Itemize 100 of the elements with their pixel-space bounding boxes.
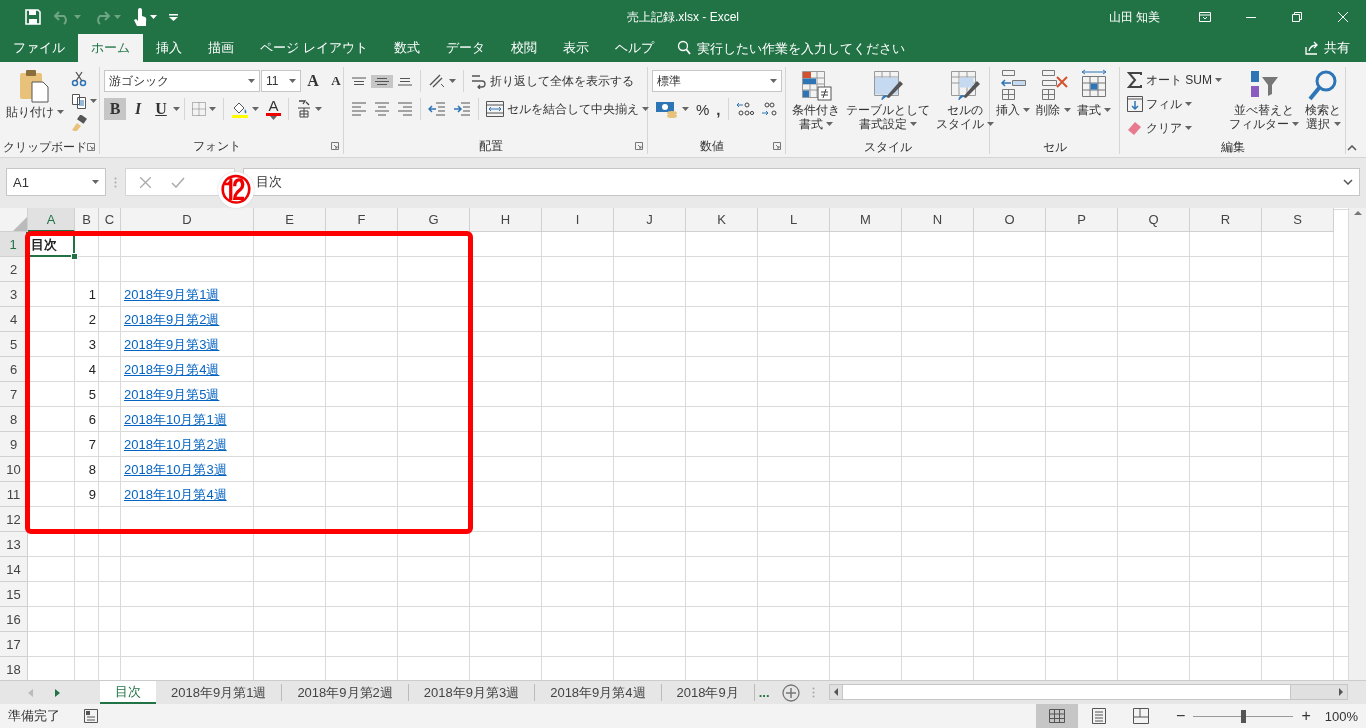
- row-header[interactable]: 5: [0, 332, 28, 357]
- sheet-tab[interactable]: 2018年9月第1週: [156, 684, 283, 701]
- ribbon-tab[interactable]: 挿入: [143, 34, 195, 62]
- ribbon-tab[interactable]: 数式: [380, 34, 433, 62]
- percent-button[interactable]: %: [693, 98, 713, 120]
- clear-button[interactable]: クリア: [1124, 117, 1225, 139]
- column-header[interactable]: S: [1262, 208, 1334, 232]
- zoom-thumb[interactable]: [1241, 709, 1247, 723]
- row-header[interactable]: 14: [0, 557, 28, 582]
- font-name-field[interactable]: 游ゴシック: [104, 70, 260, 92]
- fill-button[interactable]: フィル: [1124, 93, 1225, 115]
- italic-button[interactable]: I: [127, 98, 149, 120]
- column-header[interactable]: L: [758, 208, 830, 232]
- ribbon-tab[interactable]: ページ レイアウト: [247, 34, 381, 62]
- sheet-tab[interactable]: 2018年9月: [661, 684, 755, 701]
- cell-styles-button[interactable]: セルの スタイル: [934, 67, 997, 139]
- row-header[interactable]: 2: [0, 257, 28, 282]
- sheet-tab[interactable]: 2018年9月第4週: [535, 684, 662, 701]
- name-box[interactable]: A1: [6, 168, 106, 196]
- font-color-button[interactable]: A: [263, 96, 284, 122]
- ribbon-tab[interactable]: データ: [432, 34, 498, 62]
- view-button[interactable]: [1036, 704, 1079, 728]
- dialog-launcher-button[interactable]: [773, 142, 781, 150]
- shrink-font-button[interactable]: A: [325, 71, 347, 91]
- row-header[interactable]: 15: [0, 582, 28, 607]
- zoom-in-button[interactable]: +: [1301, 707, 1311, 725]
- wrap-text-button[interactable]: 折り返して全体を表示する: [468, 70, 637, 92]
- horizontal-scrollbar[interactable]: [828, 684, 1348, 700]
- delete-button[interactable]: 削除: [1034, 67, 1073, 139]
- vertical-scrollbar[interactable]: [1348, 208, 1366, 680]
- sheet-link[interactable]: 2018年9月第1週: [124, 285, 220, 304]
- sheet-tab[interactable]: 2018年9月第3週: [408, 684, 536, 701]
- bold-button[interactable]: B: [104, 98, 126, 120]
- paste-button[interactable]: 貼り付け: [4, 67, 67, 139]
- column-header[interactable]: A: [28, 208, 75, 232]
- column-header[interactable]: Q: [1118, 208, 1190, 232]
- dialog-launcher-button[interactable]: [635, 142, 643, 150]
- row-header[interactable]: 12: [0, 507, 28, 532]
- font-size-field[interactable]: 11: [261, 70, 301, 92]
- sheet-link[interactable]: 2018年9月第5週: [124, 385, 220, 404]
- row-header[interactable]: 6: [0, 357, 28, 382]
- ribbon-tab[interactable]: ホーム: [78, 34, 143, 62]
- cancel-button[interactable]: [138, 174, 153, 190]
- sheet-tab[interactable]: 目次: [100, 681, 156, 704]
- column-header[interactable]: P: [1046, 208, 1118, 232]
- row-header[interactable]: 9: [0, 432, 28, 457]
- dialog-launcher-button[interactable]: [331, 142, 339, 150]
- column-header[interactable]: C: [99, 208, 121, 232]
- row-header[interactable]: 4: [0, 307, 28, 332]
- zoom-level-button[interactable]: 100%: [1324, 708, 1358, 724]
- macro-record-button[interactable]: [84, 709, 98, 723]
- zoom-out-button[interactable]: −: [1176, 707, 1186, 725]
- dialog-launcher-button[interactable]: [87, 143, 95, 151]
- new-sheet-button[interactable]: [781, 681, 800, 704]
- autosum-button[interactable]: オート SUM: [1124, 69, 1225, 91]
- sort-filter-button[interactable]: 並べ替えと フィルター: [1227, 67, 1302, 139]
- row-header[interactable]: 10: [0, 457, 28, 482]
- ribbon-tab[interactable]: 表示: [549, 34, 602, 62]
- tell-me-field[interactable]: 実行したい作業を入力してください: [696, 40, 947, 56]
- column-header[interactable]: B: [75, 208, 99, 232]
- number-format-field[interactable]: 標準: [652, 70, 782, 92]
- fill-handle[interactable]: [71, 253, 78, 260]
- row-header[interactable]: 8: [0, 407, 28, 432]
- column-header[interactable]: G: [398, 208, 470, 232]
- row-header[interactable]: 17: [0, 632, 28, 657]
- quick-access-button[interactable]: [166, 11, 181, 23]
- row-header[interactable]: 3: [0, 282, 28, 307]
- row-header[interactable]: 18: [0, 657, 28, 680]
- column-header[interactable]: R: [1190, 208, 1262, 232]
- column-header[interactable]: J: [614, 208, 686, 232]
- quick-access-button[interactable]: [22, 7, 44, 27]
- row-header[interactable]: 11: [0, 482, 28, 507]
- column-header[interactable]: H: [470, 208, 542, 232]
- sheet-link[interactable]: 2018年10月第1週: [124, 410, 227, 429]
- share-button[interactable]: 共有: [1299, 34, 1356, 62]
- comma-button[interactable]: ,: [713, 98, 724, 120]
- row-header[interactable]: 13: [0, 532, 28, 557]
- row-header[interactable]: 7: [0, 382, 28, 407]
- sheet-link[interactable]: 2018年9月第2週: [124, 310, 220, 329]
- sheet-link[interactable]: 2018年10月第3週: [124, 460, 227, 479]
- conditional-formatting-button[interactable]: 条件付き 書式: [790, 67, 842, 139]
- column-header[interactable]: K: [686, 208, 758, 232]
- find-select-button[interactable]: 検索と 選択: [1303, 67, 1344, 139]
- sheet-link[interactable]: 2018年10月第2週: [124, 435, 227, 454]
- underline-button[interactable]: U: [150, 98, 172, 120]
- next-sheet-button[interactable]: [55, 688, 60, 697]
- ribbon-tab[interactable]: 校閲: [497, 34, 550, 62]
- column-header[interactable]: E: [254, 208, 326, 232]
- sheet-link[interactable]: 2018年9月第4週: [124, 360, 220, 379]
- format-button[interactable]: 書式: [1074, 67, 1114, 139]
- column-header[interactable]: I: [542, 208, 614, 232]
- column-header[interactable]: O: [974, 208, 1046, 232]
- grow-font-button[interactable]: A: [302, 70, 324, 92]
- column-header[interactable]: F: [326, 208, 398, 232]
- column-header[interactable]: D: [121, 208, 254, 232]
- row-header[interactable]: 16: [0, 607, 28, 632]
- ribbon-tab[interactable]: 描画: [195, 34, 247, 62]
- insert-button[interactable]: 挿入: [994, 67, 1033, 139]
- ribbon-tab[interactable]: ファイル: [0, 34, 78, 62]
- format-as-table-button[interactable]: テーブルとして 書式設定: [844, 67, 932, 139]
